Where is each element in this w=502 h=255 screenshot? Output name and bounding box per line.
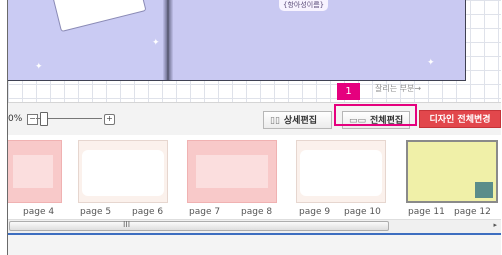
page-label: page 11	[408, 207, 445, 217]
bottom-bar	[8, 233, 501, 255]
page-thumbnail[interactable]	[78, 140, 168, 203]
book-binding	[163, 0, 173, 80]
page-label: page 12	[454, 207, 491, 217]
scroll-grip-icon: III	[123, 220, 131, 229]
page-label: page 6	[132, 207, 164, 217]
detail-edit-button[interactable]: ▯▯ 상세편집	[263, 111, 332, 129]
highlight-box	[334, 104, 417, 126]
zoom-out-button[interactable]: −	[27, 114, 38, 125]
page-thumbnail[interactable]	[8, 140, 62, 203]
detail-edit-label: 상세편집	[283, 116, 318, 126]
page-thumbnail[interactable]	[296, 140, 386, 203]
step-badge: 1	[337, 83, 360, 100]
zoom-slider-handle[interactable]	[40, 112, 48, 126]
editor-canvas[interactable]: ✦ ✦ ✦ {항아성이름} 잘리는 부분→	[8, 0, 501, 102]
detail-edit-icon: ▯▯	[270, 116, 280, 126]
page-spread[interactable]: ✦ ✦ ✦ {항아성이름}	[8, 0, 466, 81]
horizontal-scrollbar[interactable]: III ▸	[8, 219, 501, 233]
sparkle-icon: ✦	[152, 38, 160, 48]
sparkle-icon: ✦	[427, 58, 435, 68]
zoom-in-button[interactable]: +	[104, 114, 115, 125]
page-thumbnail[interactable]	[187, 140, 277, 203]
page-label: page 9	[299, 207, 331, 217]
right-page[interactable]	[171, 0, 465, 80]
scroll-right-arrow-icon[interactable]: ▸	[493, 221, 497, 229]
page-label: page 10	[344, 207, 381, 217]
scrollbar-thumb[interactable]: III	[9, 220, 389, 231]
caption-tag[interactable]: {항아성이름}	[279, 0, 329, 11]
zoom-track[interactable]	[48, 118, 102, 119]
change-all-design-button[interactable]: 디자인 전체변경	[419, 110, 501, 128]
page-label: page 8	[241, 207, 273, 217]
zoom-percent: 0%	[8, 114, 23, 124]
page-label: page 5	[80, 207, 112, 217]
page-thumbnail[interactable]	[406, 140, 498, 203]
thumbnail-strip: page 4 page 5 page 6 page 7 page 8 page …	[8, 135, 501, 219]
editor-window: ✦ ✦ ✦ {항아성이름} 잘리는 부분→ 1 0% − + ▯▯ 상세편집 ▭▭…	[7, 0, 501, 255]
sparkle-icon: ✦	[35, 62, 43, 72]
page-label: page 4	[23, 207, 55, 217]
cut-area-label: 잘리는 부분→	[375, 84, 422, 93]
page-label: page 7	[189, 207, 221, 217]
